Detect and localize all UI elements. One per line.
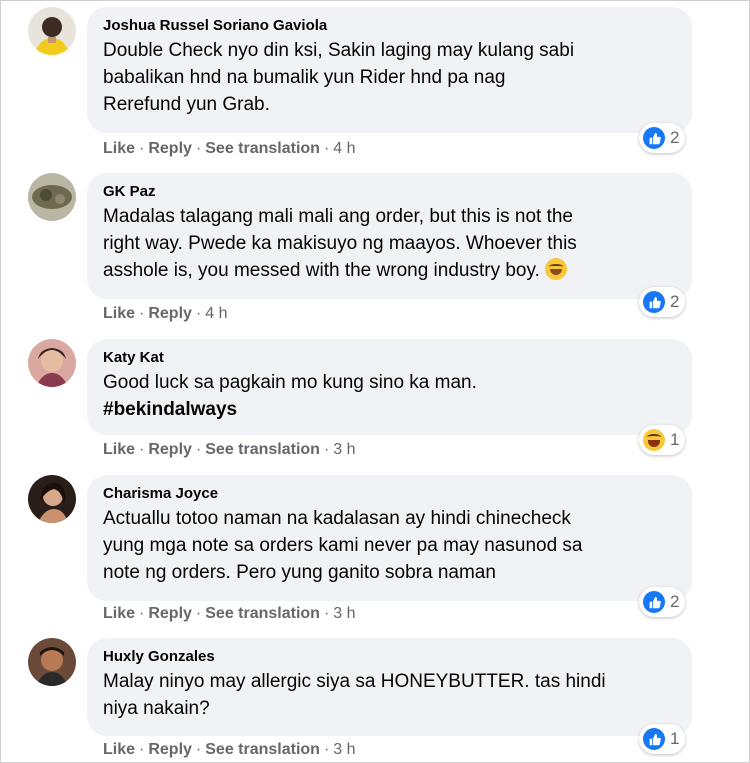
see-translation-link[interactable]: See translation bbox=[205, 140, 320, 157]
like-link[interactable]: Like bbox=[103, 441, 135, 458]
comment-timestamp[interactable]: 4 h bbox=[205, 305, 227, 322]
reaction-count-value: 2 bbox=[670, 128, 680, 147]
thumbs-up-icon bbox=[643, 127, 665, 149]
comment-text-line: note ng orders. Pero yung ganito sobra n… bbox=[103, 562, 496, 583]
comment-text-line: Malay ninyo may allergic siya sa HONEYBU… bbox=[103, 671, 606, 692]
comment-bubble: Katy Kat Good luck sa pagkain mo kung si… bbox=[87, 339, 692, 435]
comment-actions: Like · Reply · See translation · 3 h bbox=[103, 741, 356, 759]
comments-panel: Joshua Russel Soriano Gaviola Double Che… bbox=[0, 0, 750, 763]
hashtag-link[interactable]: #bekindalways bbox=[103, 396, 676, 423]
comment-text-line: niya nakain? bbox=[103, 698, 210, 719]
reply-link[interactable]: Reply bbox=[148, 605, 192, 622]
comment-text-segment: asshole is, you messed with the wrong in… bbox=[103, 260, 540, 281]
reaction-count[interactable]: 1 bbox=[639, 425, 686, 455]
reply-link[interactable]: Reply bbox=[148, 741, 192, 758]
comment-author[interactable]: Katy Kat bbox=[103, 347, 676, 369]
separator: · bbox=[195, 305, 202, 322]
comment-timestamp[interactable]: 3 h bbox=[333, 741, 355, 758]
see-translation-link[interactable]: See translation bbox=[205, 441, 320, 458]
reaction-count[interactable]: 2 bbox=[639, 123, 686, 153]
comment-timestamp[interactable]: 3 h bbox=[333, 605, 355, 622]
like-link[interactable]: Like bbox=[103, 140, 135, 157]
separator: · bbox=[323, 441, 330, 458]
comment-text-line: babalikan hnd na bumalik yun Rider hnd p… bbox=[103, 67, 506, 88]
avatar[interactable] bbox=[28, 638, 76, 686]
avatar[interactable] bbox=[28, 173, 76, 221]
comment-timestamp[interactable]: 3 h bbox=[333, 441, 355, 458]
reply-link[interactable]: Reply bbox=[148, 140, 192, 157]
separator: · bbox=[195, 741, 202, 758]
comment-author[interactable]: Charisma Joyce bbox=[103, 483, 676, 505]
comment-text-line: right way. Pwede ka makisuyo ng maayos. … bbox=[103, 233, 577, 254]
like-link[interactable]: Like bbox=[103, 741, 135, 758]
separator: · bbox=[323, 605, 330, 622]
comment-author[interactable]: Huxly Gonzales bbox=[103, 646, 676, 668]
comment-actions: Like · Reply · See translation · 4 h bbox=[103, 140, 356, 158]
separator: · bbox=[195, 605, 202, 622]
comment-bubble: Huxly Gonzales Malay ninyo may allergic … bbox=[87, 638, 692, 736]
reaction-count-value: 2 bbox=[670, 592, 680, 611]
comment-actions: Like · Reply · See translation · 3 h bbox=[103, 605, 356, 623]
see-translation-link[interactable]: See translation bbox=[205, 605, 320, 622]
comment-bubble: Joshua Russel Soriano Gaviola Double Che… bbox=[87, 7, 692, 133]
reply-link[interactable]: Reply bbox=[148, 305, 192, 322]
comment-timestamp[interactable]: 4 h bbox=[333, 140, 355, 157]
comment-author[interactable]: Joshua Russel Soriano Gaviola bbox=[103, 15, 676, 37]
thumbs-up-icon bbox=[643, 728, 665, 750]
comment-bubble: Charisma Joyce Actuallu totoo naman na k… bbox=[87, 475, 692, 601]
reply-link[interactable]: Reply bbox=[148, 441, 192, 458]
comment-text-line: Double Check nyo din ksi, Sakin laging m… bbox=[103, 40, 575, 61]
avatar[interactable] bbox=[28, 339, 76, 387]
avatar[interactable] bbox=[28, 7, 76, 55]
reaction-count[interactable]: 2 bbox=[639, 287, 686, 317]
separator: · bbox=[139, 741, 145, 758]
like-link[interactable]: Like bbox=[103, 305, 135, 322]
grinning-sweat-emoji-icon bbox=[545, 258, 568, 280]
haha-reaction-icon bbox=[643, 429, 665, 451]
avatar[interactable] bbox=[28, 475, 76, 523]
comment-text-line: yung mga note sa orders kami never pa ma… bbox=[103, 535, 583, 556]
separator: · bbox=[323, 741, 330, 758]
comment-text-line: Actuallu totoo naman na kadalasan ay hin… bbox=[103, 508, 571, 529]
separator: · bbox=[195, 140, 202, 157]
thumbs-up-icon bbox=[643, 591, 665, 613]
separator: · bbox=[139, 140, 145, 157]
comment-author[interactable]: GK Paz bbox=[103, 181, 676, 203]
reaction-count-value: 1 bbox=[670, 430, 680, 449]
comment-text-line: Madalas talagang mali mali ang order, bu… bbox=[103, 206, 573, 227]
comment-actions: Like · Reply · 4 h bbox=[103, 305, 228, 323]
separator: · bbox=[195, 441, 202, 458]
like-link[interactable]: Like bbox=[103, 605, 135, 622]
reaction-count[interactable]: 1 bbox=[639, 724, 686, 754]
separator: · bbox=[139, 305, 145, 322]
comment-bubble: GK Paz Madalas talagang mali mali ang or… bbox=[87, 173, 692, 299]
separator: · bbox=[323, 140, 330, 157]
reaction-count[interactable]: 2 bbox=[639, 587, 686, 617]
separator: · bbox=[139, 605, 145, 622]
reaction-count-value: 1 bbox=[670, 729, 680, 748]
comment-text-line: Rerefund yun Grab. bbox=[103, 94, 270, 115]
comment-text-line: Good luck sa pagkain mo kung sino ka man… bbox=[103, 372, 477, 393]
see-translation-link[interactable]: See translation bbox=[205, 741, 320, 758]
comment-text-line: asshole is, you messed with the wrong in… bbox=[103, 257, 676, 284]
separator: · bbox=[139, 441, 145, 458]
reaction-count-value: 2 bbox=[670, 292, 680, 311]
thumbs-up-icon bbox=[643, 291, 665, 313]
comment-actions: Like · Reply · See translation · 3 h bbox=[103, 441, 356, 459]
